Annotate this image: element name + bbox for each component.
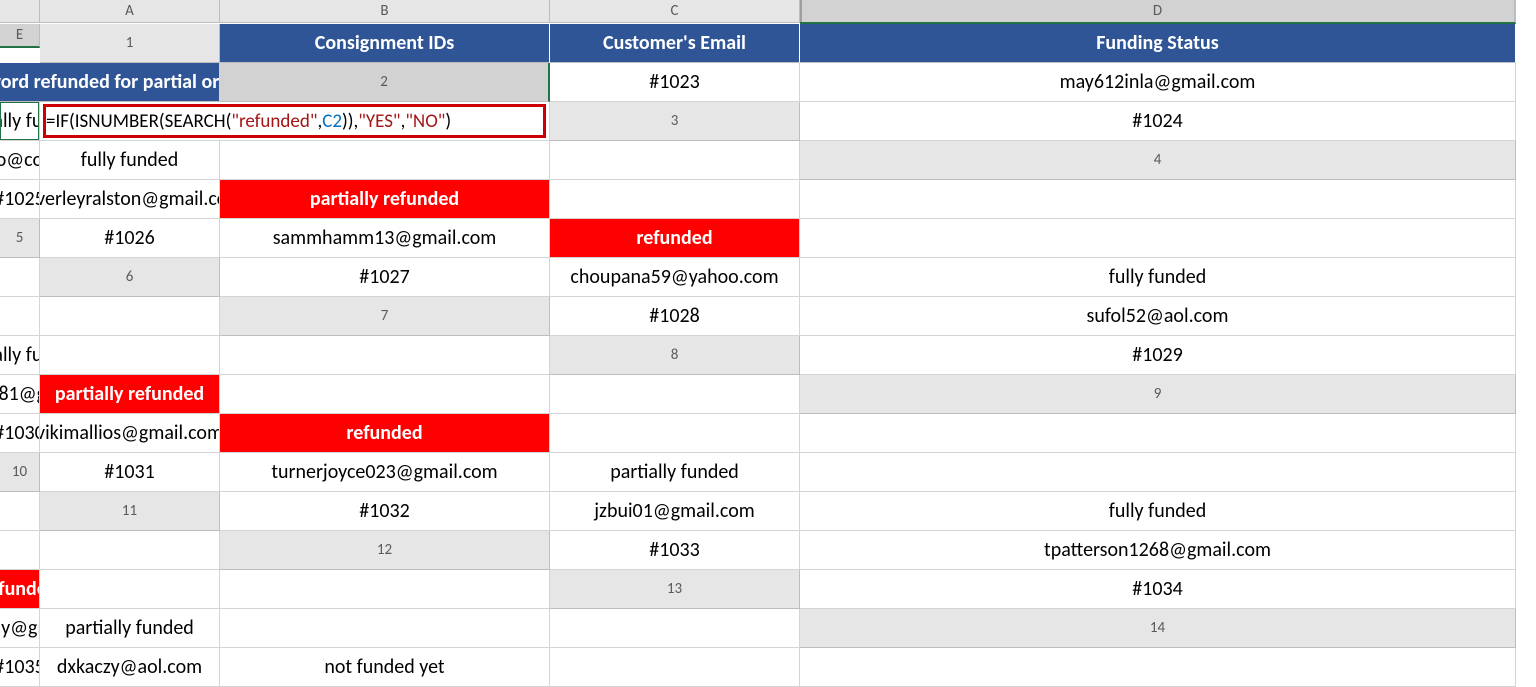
cell-c8[interactable]: partially refunded <box>40 375 220 414</box>
spreadsheet-grid[interactable]: A B C D E 1 Consignment IDs Customer's E… <box>0 0 1536 687</box>
row-header-2[interactable]: 2 <box>220 63 550 102</box>
row-header-4[interactable]: 4 <box>800 141 1516 180</box>
col-header-d[interactable]: D <box>800 0 1516 24</box>
row-header-11[interactable]: 11 <box>40 492 220 531</box>
cell-a8[interactable]: #1029 <box>800 336 1516 375</box>
cell-e7[interactable] <box>220 336 550 375</box>
col-header-e[interactable]: E <box>0 24 40 48</box>
cell-d11[interactable] <box>0 531 40 570</box>
cell-b7[interactable]: sufol52@aol.com <box>800 297 1516 336</box>
cell-d8[interactable] <box>220 375 550 414</box>
cell-d12[interactable] <box>40 570 220 609</box>
cell-e5[interactable] <box>0 258 40 297</box>
cell-e3[interactable] <box>550 141 800 180</box>
cell-e14[interactable] <box>800 648 1516 687</box>
header-search[interactable]: Search the word refunded for partial or … <box>0 63 220 102</box>
cell-e13[interactable] <box>550 609 800 648</box>
cell-e6[interactable] <box>40 297 220 336</box>
cell-b10[interactable]: turnerjoyce023@gmail.com <box>220 453 550 492</box>
formula-token: SEARCH <box>165 110 226 133</box>
cell-c10[interactable]: partially funded <box>550 453 800 492</box>
cell-a6[interactable]: #1027 <box>220 258 550 297</box>
row-header-10[interactable]: 10 <box>0 453 40 492</box>
cell-b13[interactable]: ann.ruddy@gmail.com <box>0 609 40 648</box>
row-header-8[interactable]: 8 <box>550 336 800 375</box>
cell-c3[interactable]: fully funded <box>40 141 220 180</box>
cell-b6[interactable]: choupana59@yahoo.com <box>550 258 800 297</box>
cell-d9[interactable] <box>550 414 800 453</box>
cell-d7[interactable] <box>40 336 220 375</box>
row-header-6[interactable]: 6 <box>40 258 220 297</box>
cell-b8[interactable]: evanscleo81@gmail.com <box>0 375 40 414</box>
cell-d3[interactable] <box>220 141 550 180</box>
cell-e10[interactable] <box>0 492 40 531</box>
formula-token: C2 <box>322 110 342 133</box>
cell-b12[interactable]: tpatterson1268@gmail.com <box>800 531 1516 570</box>
cell-d6[interactable] <box>0 297 40 336</box>
formula-token: =IF <box>46 110 69 133</box>
col-header-a[interactable]: A <box>40 0 220 23</box>
cell-c7[interactable]: partially funded <box>0 336 40 375</box>
cell-c4[interactable]: partially refunded <box>220 180 550 219</box>
row-header-12[interactable]: 12 <box>220 531 550 570</box>
cell-c13[interactable]: partially funded <box>40 609 220 648</box>
formula-token: ) <box>445 110 451 133</box>
cell-a2[interactable]: #1023 <box>550 63 800 102</box>
cell-a13[interactable]: #1034 <box>800 570 1516 609</box>
header-email[interactable]: Customer's Email <box>550 24 800 63</box>
cell-b2[interactable]: may612inla@gmail.com <box>800 63 1516 102</box>
cell-e8[interactable] <box>550 375 800 414</box>
cell-c5[interactable]: refunded <box>550 219 800 258</box>
cell-c14[interactable]: not funded yet <box>220 648 550 687</box>
cell-d5[interactable] <box>800 219 1516 258</box>
cell-c11[interactable]: fully funded <box>800 492 1516 531</box>
col-header-c[interactable]: C <box>550 0 800 23</box>
cell-d2-formula[interactable]: =IF(ISNUMBER(SEARCH("refunded",C2)),"YES… <box>40 102 550 141</box>
cell-a10[interactable]: #1031 <box>40 453 220 492</box>
row-header-9[interactable]: 9 <box>800 375 1516 414</box>
cell-c2-value: partially funded <box>0 109 40 133</box>
row-header-7[interactable]: 7 <box>220 297 550 336</box>
row-header-13[interactable]: 13 <box>550 570 800 609</box>
cell-b3[interactable]: mary.greco@comcast.net <box>0 141 40 180</box>
cell-b4[interactable]: beverleyralston@gmail.com <box>40 180 220 219</box>
cell-a7[interactable]: #1028 <box>550 297 800 336</box>
cell-e11[interactable] <box>40 531 220 570</box>
cell-b11[interactable]: jzbui01@gmail.com <box>550 492 800 531</box>
cell-a14[interactable]: #1035 <box>0 648 40 687</box>
cell-a4[interactable]: #1025 <box>0 180 40 219</box>
cell-a9[interactable]: #1030 <box>0 414 40 453</box>
cell-e4[interactable] <box>800 180 1516 219</box>
cell-d4[interactable] <box>550 180 800 219</box>
formula-token: "NO" <box>405 110 445 133</box>
cell-a11[interactable]: #1032 <box>220 492 550 531</box>
cell-c12[interactable]: refunded <box>0 570 40 609</box>
col-header-b[interactable]: B <box>220 0 550 23</box>
row-header-1[interactable]: 1 <box>40 24 220 63</box>
row-header-3[interactable]: 3 <box>550 102 800 141</box>
formula-token: "refunded" <box>231 110 317 133</box>
cell-d10[interactable] <box>800 453 1516 492</box>
cell-a12[interactable]: #1033 <box>550 531 800 570</box>
row-header-14[interactable]: 14 <box>800 609 1516 648</box>
select-all-corner[interactable] <box>0 0 40 23</box>
col-header-d-label: D <box>1153 2 1162 20</box>
cell-e9[interactable] <box>800 414 1516 453</box>
formula-token: "YES" <box>358 110 400 133</box>
cell-c9[interactable]: refunded <box>220 414 550 453</box>
cell-b14[interactable]: dxkaczy@aol.com <box>40 648 220 687</box>
cell-a5[interactable]: #1026 <box>40 219 220 258</box>
row-header-5[interactable]: 5 <box>0 219 40 258</box>
cell-c6[interactable]: fully funded <box>800 258 1516 297</box>
cell-c2[interactable]: partially funded <box>0 102 40 141</box>
cell-a3[interactable]: #1024 <box>800 102 1516 141</box>
cell-d13[interactable] <box>220 609 550 648</box>
header-status[interactable]: Funding Status <box>800 24 1516 63</box>
cell-b9[interactable]: vikimallios@gmail.com <box>40 414 220 453</box>
header-consignment[interactable]: Consignment IDs <box>220 24 550 63</box>
cell-d14[interactable] <box>550 648 800 687</box>
cell-b5[interactable]: sammhamm13@gmail.com <box>220 219 550 258</box>
formula-token: ISNUMBER <box>75 110 159 133</box>
cell-e12[interactable] <box>220 570 550 609</box>
